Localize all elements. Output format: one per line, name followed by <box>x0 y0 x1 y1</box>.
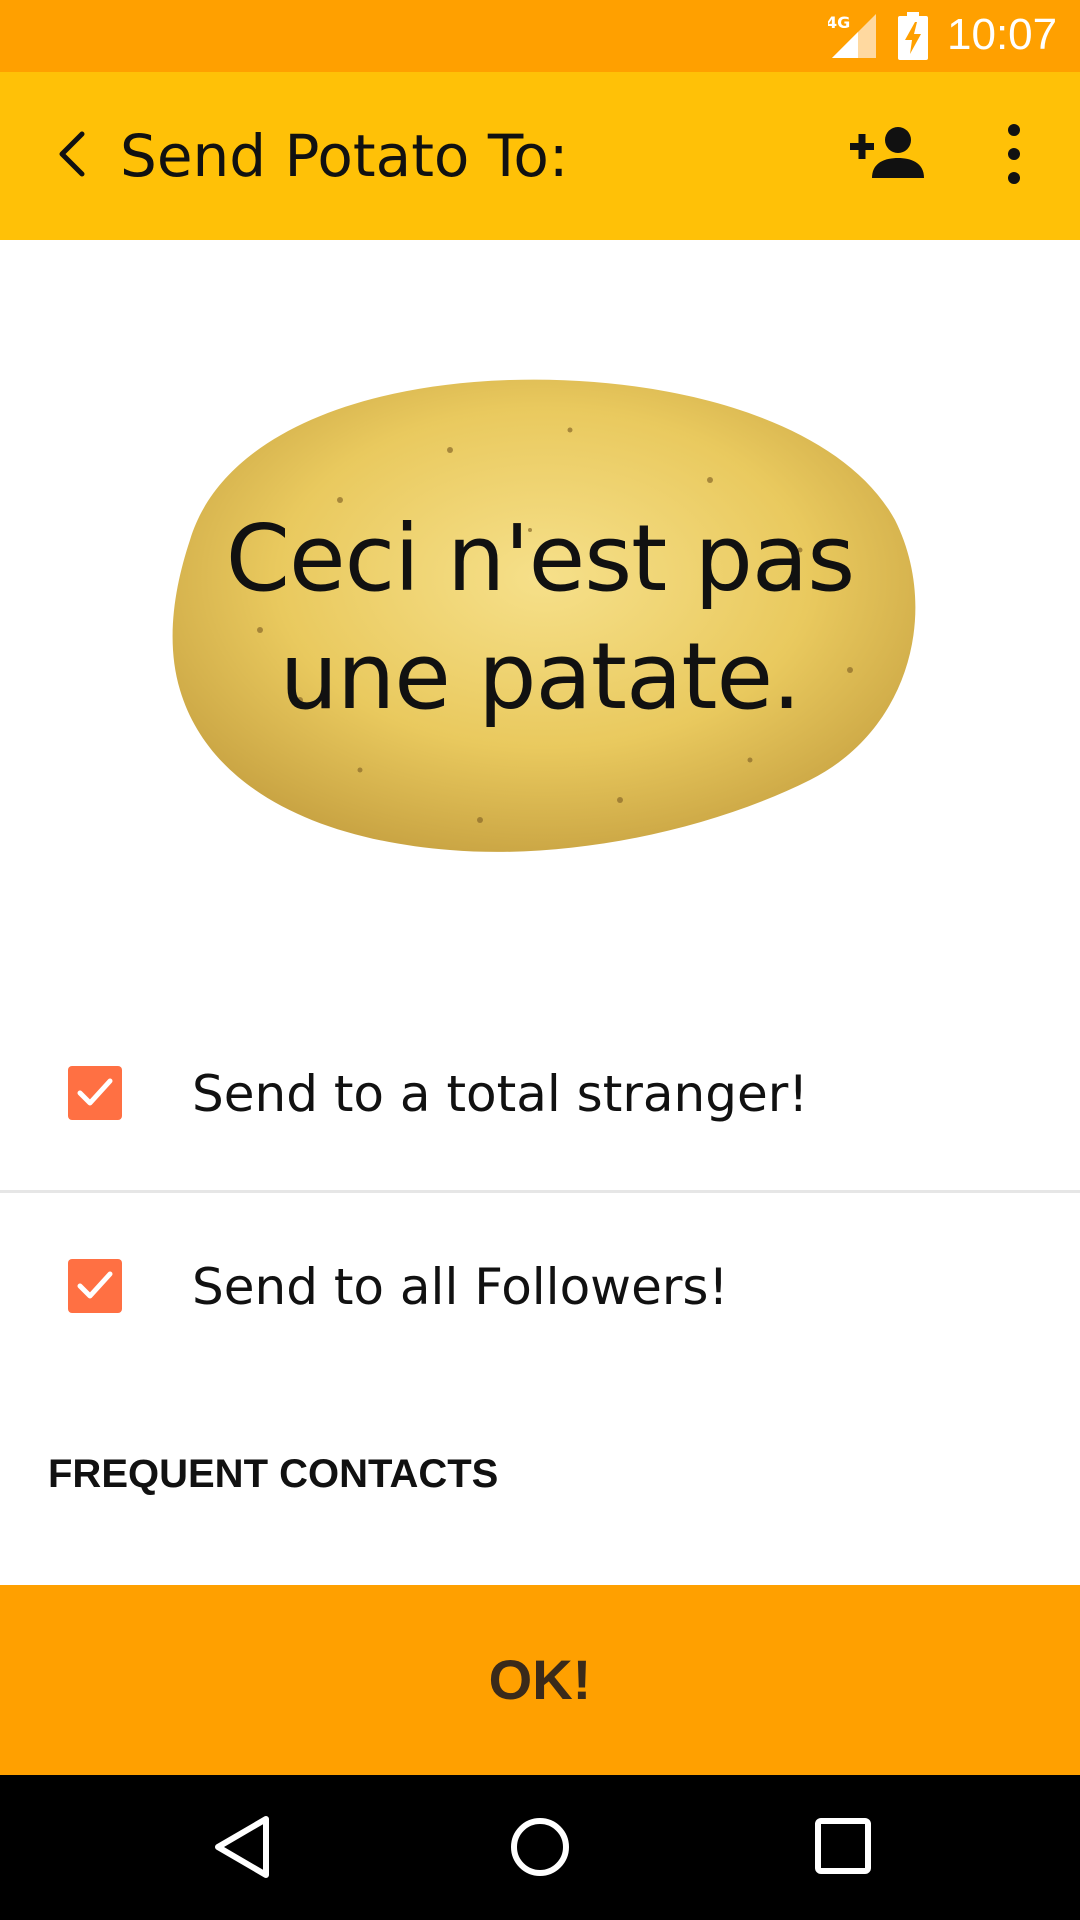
checkbox-all-followers[interactable] <box>68 1259 122 1313</box>
potato-preview: Ceci n'est pas une patate. <box>0 240 1080 1000</box>
recents-square-icon <box>815 1818 871 1874</box>
ok-button-label: OK! <box>488 1648 592 1711</box>
status-bar: 4G 10:07 <box>0 0 1080 72</box>
network-type-label: 4G <box>828 14 850 32</box>
navigation-bar <box>0 1775 1080 1920</box>
overflow-menu-button[interactable] <box>996 118 1032 190</box>
checkbox-total-stranger[interactable] <box>68 1066 122 1120</box>
ok-button[interactable]: OK! <box>0 1585 1080 1775</box>
option-total-stranger[interactable]: Send to a total stranger! <box>0 1000 1080 1194</box>
option-label-total-stranger: Send to a total stranger! <box>192 1065 809 1123</box>
page-title: Send Potato To: <box>120 122 569 190</box>
nav-recents-button[interactable] <box>810 1813 876 1879</box>
more-vert-icon <box>1008 124 1020 184</box>
chevron-left-icon <box>59 131 85 177</box>
back-triangle-icon <box>215 1816 269 1878</box>
potato-message: Ceci n'est pas une patate. <box>150 500 930 736</box>
back-button[interactable] <box>44 124 104 184</box>
check-icon <box>77 1271 113 1299</box>
nav-back-button[interactable] <box>208 1811 276 1883</box>
battery-charging-icon <box>898 12 928 60</box>
signal-icon: 4G <box>828 14 876 58</box>
person-add-icon <box>850 127 924 178</box>
nav-home-button[interactable] <box>504 1811 576 1883</box>
potato-message-line1: Ceci n'est pas <box>225 505 855 612</box>
option-all-followers[interactable]: Send to all Followers! <box>0 1193 1080 1387</box>
section-header-frequent-contacts: FREQUENT CONTACTS <box>48 1452 499 1496</box>
status-time: 10:07 <box>947 10 1058 59</box>
check-icon <box>77 1078 113 1106</box>
potato-message-line2: une patate. <box>279 623 802 730</box>
option-label-all-followers: Send to all Followers! <box>192 1258 729 1316</box>
app-bar: Send Potato To: <box>0 72 1080 240</box>
screen: 4G 10:07 Send Potato To: Ceci n'est pas … <box>0 0 1080 1920</box>
add-contact-button[interactable] <box>850 122 926 186</box>
home-circle-icon <box>511 1818 569 1876</box>
